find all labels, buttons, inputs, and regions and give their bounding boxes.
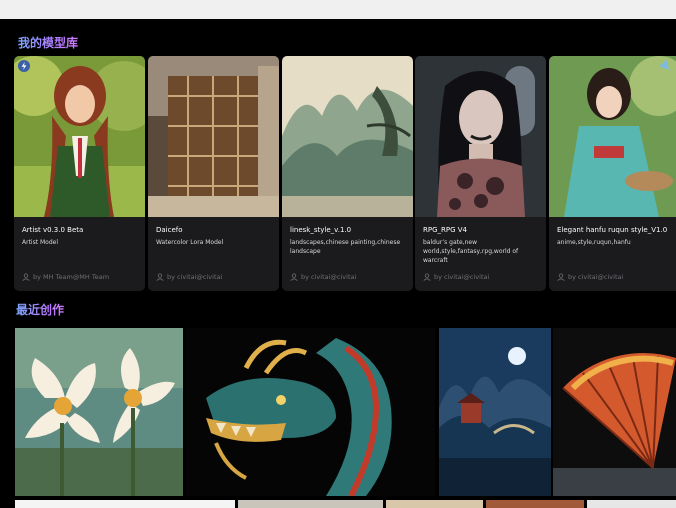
model-tags: anime,style,ruqun,hanfu [557,239,631,246]
user-icon [156,273,164,281]
model-thumbnail [549,56,676,217]
model-name: RPG_RPG V4 [423,226,467,234]
model-card[interactable]: Daicefo Watercolor Lora Model by civitai… [148,56,279,291]
model-tags: baldur’s gate,new world,style,fantasy,rp… [423,239,519,264]
model-name: Elegant hanfu ruqun style_V1.0 [557,226,668,234]
model-tags: Artist Model [22,239,58,246]
gallery-image-partial[interactable] [486,500,584,508]
model-name: linesk_style_v.1.0 [290,226,352,234]
model-card[interactable]: RPG_RPG V4 baldur’s gate,new world,style… [415,56,546,291]
author-label: by MH Team@MH Team [33,273,110,281]
user-icon [557,273,565,281]
model-card[interactable]: Artist v0.3.0 Beta Artist Model by MH Te… [14,56,145,291]
gallery-image-partial[interactable] [587,500,676,508]
user-icon [423,273,431,281]
model-tags: Watercolor Lora Model [156,239,224,246]
model-thumbnail [415,56,546,217]
model-name: Daicefo [156,226,183,234]
author-label: by civitai@civitai [167,273,223,281]
user-icon [22,273,30,281]
model-name: Artist v0.3.0 Beta [22,226,84,234]
model-author: by civitai@civitai [156,273,222,281]
gallery-image-dragon[interactable] [186,328,435,496]
top-bar [0,0,676,19]
author-label: by civitai@civitai [568,273,624,281]
model-card-list: Artist v0.3.0 Beta Artist Model by MH Te… [14,56,676,291]
gallery-image-landscape[interactable] [439,328,551,496]
model-tags: landscapes,chinese painting,chinese land… [290,239,401,255]
model-thumbnail [282,56,413,217]
bolt-icon [18,60,30,72]
model-author: by civitai@civitai [557,273,623,281]
model-author: by MH Team@MH Team [22,273,109,281]
recent-gallery [0,325,676,508]
recent-section-title: 最近创作 [16,303,65,317]
user-icon [290,273,298,281]
model-card[interactable]: Elegant hanfu ruqun style_V1.0 anime,sty… [549,56,676,291]
model-author: by civitai@civitai [290,273,356,281]
gallery-image-fan[interactable] [553,328,676,496]
gallery-image-partial[interactable] [15,500,235,508]
model-thumbnail [148,56,279,217]
gallery-image-lilies[interactable] [15,328,183,496]
model-thumbnail [14,56,145,217]
model-card[interactable]: linesk_style_v.1.0 landscapes,chinese pa… [282,56,413,291]
models-section-title: 我的模型库 [18,36,79,50]
author-label: by civitai@civitai [301,273,357,281]
author-label: by civitai@civitai [434,273,490,281]
gallery-image-partial[interactable] [238,500,383,508]
gallery-image-partial[interactable] [386,500,483,508]
model-author: by civitai@civitai [423,273,489,281]
